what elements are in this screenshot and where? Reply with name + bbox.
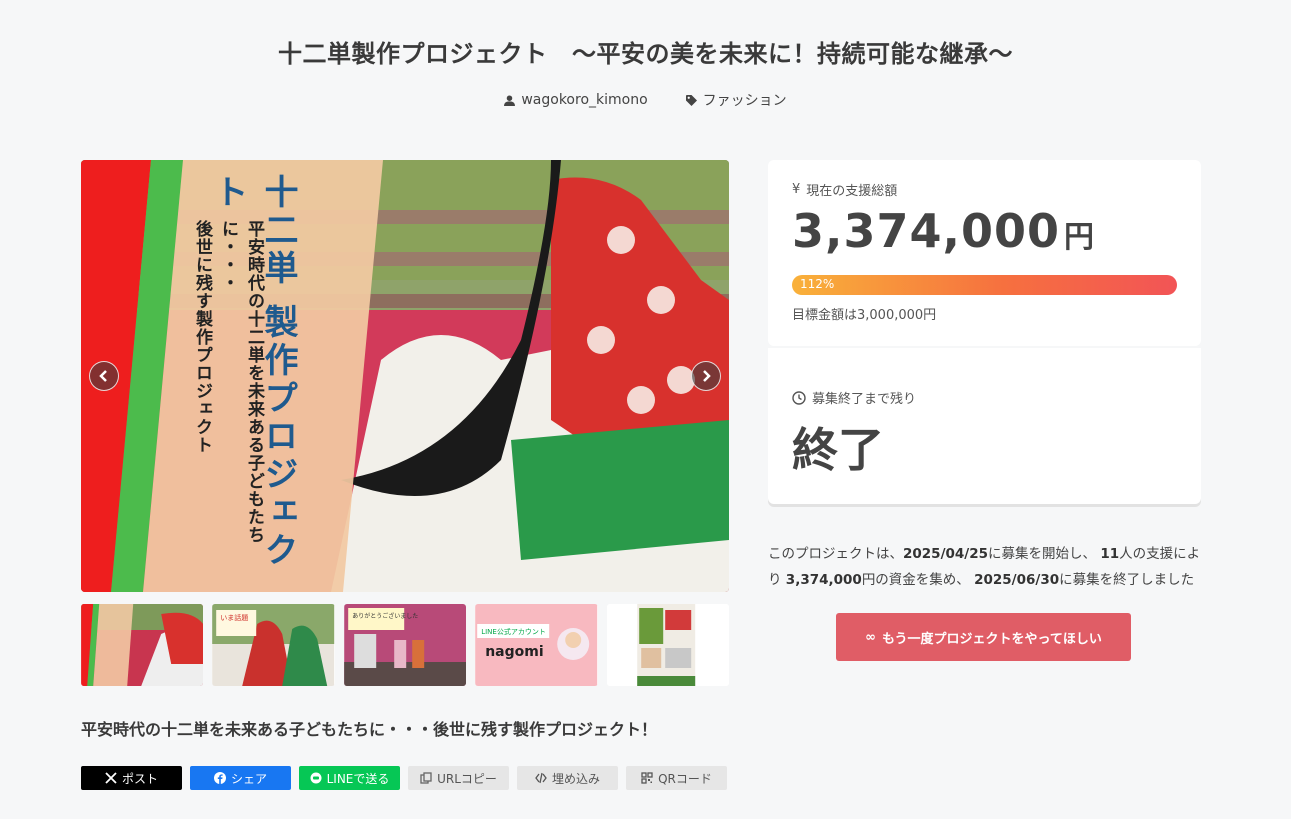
svg-text:LINE公式アカウント: LINE公式アカウント: [481, 627, 546, 636]
desc-start-date: 2025/04/25: [903, 546, 989, 562]
code-icon: [535, 772, 547, 784]
funding-label-text: 現在の支援総額: [806, 184, 898, 199]
funding-card: ¥ 現在の支援総額 3,374,000 円 112% 目標金額は3,000,000…: [768, 160, 1201, 346]
desc-text-1: このプロジェクトは、: [768, 546, 903, 562]
funding-progress-bar: 112%: [792, 275, 1177, 295]
author-link[interactable]: wagokoro_kimono: [504, 90, 648, 110]
project-result-description: このプロジェクトは、2025/04/25に募集を開始し、 11人の支援により 3…: [768, 541, 1208, 593]
qr-code-icon: [641, 772, 653, 784]
share-line-label: LINEで送る: [326, 771, 390, 786]
remaining-value: 終了: [792, 423, 884, 477]
desc-text-5: に募集を終了しました: [1059, 572, 1195, 588]
funding-amount-unit: 円: [1064, 220, 1095, 255]
svg-text:ありがとうございました: ありがとうございました: [352, 612, 418, 620]
remaining-label-text: 募集終了まで残り: [812, 392, 917, 407]
funding-progress-label: 112%: [800, 277, 835, 291]
desc-end-date: 2025/06/30: [974, 572, 1060, 588]
infinity-icon: ∞: [865, 629, 876, 645]
project-meta: wagokoro_kimono ファッション: [0, 90, 1291, 110]
remaining-label: 募集終了まで残り: [792, 388, 916, 407]
request-again-label: もう一度プロジェクトをやってほしい: [881, 631, 1102, 647]
hero-vertical-subtitle: 平安時代の十二単を未来ある子どもたちに・・・ 後世に残す製作プロジェクト: [189, 220, 267, 590]
slider-prev-button[interactable]: [89, 361, 119, 391]
project-summary: 平安時代の十二単を未来ある子どもたちに・・・後世に残す製作プロジェクト！: [81, 720, 658, 739]
yen-icon: ¥: [792, 182, 801, 197]
category-name: ファッション: [702, 93, 787, 109]
remaining-card: 募集終了まで残り 終了: [768, 348, 1201, 504]
thumbnail-2[interactable]: いま話題: [212, 604, 335, 686]
page-title: 十二単製作プロジェクト ～平安の美を未来に！持続可能な継承～: [278, 40, 1013, 68]
author-name: wagokoro_kimono: [521, 92, 648, 108]
thumbnail-image: LINE公式アカウント nagomi: [475, 604, 598, 686]
thumbnail-image: ありがとうございました: [344, 604, 467, 686]
share-facebook-label: シェア: [230, 771, 267, 786]
slider-next-button[interactable]: [691, 361, 721, 391]
embed-label: 埋め込み: [551, 771, 600, 786]
hero-image: [81, 160, 729, 592]
desc-raised: 3,374,000: [785, 572, 862, 588]
user-icon: [504, 94, 516, 106]
thumbnail-strip: いま話題 ありがとうございました LINE公式アカウント nagomi: [81, 604, 730, 686]
thumbnail-image: [81, 604, 204, 686]
thumbnail-5[interactable]: [606, 604, 730, 686]
facebook-icon: [213, 772, 226, 784]
hero-sub-line-1: 平安時代の十二単を未来ある子どもたちに・・・: [218, 220, 264, 544]
request-again-button[interactable]: ∞ もう一度プロジェクトをやってほしい: [836, 613, 1131, 661]
share-x-button[interactable]: ポスト: [81, 766, 182, 790]
qr-code-button[interactable]: QRコード: [626, 766, 727, 790]
chevron-left-icon: [99, 370, 107, 382]
funding-amount: 3,374,000 円: [792, 204, 1095, 258]
svg-text:nagomi: nagomi: [485, 644, 543, 660]
desc-text-2: に募集を開始し、: [988, 546, 1097, 562]
chevron-right-icon: [703, 370, 711, 382]
share-facebook-button[interactable]: シェア: [190, 766, 291, 790]
copy-url-label: URLコピー: [437, 771, 497, 786]
desc-supporters: 11: [1100, 546, 1120, 562]
desc-text-4: 円の資金を集め、: [861, 572, 970, 588]
funding-amount-value: 3,374,000: [792, 204, 1060, 258]
thumbnail-4[interactable]: LINE公式アカウント nagomi: [475, 604, 598, 686]
share-x-label: ポスト: [121, 771, 158, 786]
svg-text:いま話題: いま話題: [221, 613, 249, 622]
share-line-button[interactable]: LINEで送る: [299, 766, 400, 790]
hero-sub-line-2: 後世に残す製作プロジェクト: [192, 220, 212, 454]
category-link[interactable]: ファッション: [685, 90, 787, 110]
copy-url-button[interactable]: URLコピー: [408, 766, 509, 790]
x-logo-icon: [105, 772, 117, 784]
share-buttons: ポスト シェア LINEで送る URLコピー 埋め込み QRコード: [81, 766, 727, 790]
thumbnail-image: いま話題: [212, 604, 335, 686]
thumbnail-3[interactable]: ありがとうございました: [343, 604, 467, 686]
embed-button[interactable]: 埋め込み: [517, 766, 618, 790]
thumbnail-image: [606, 604, 729, 686]
tag-icon: [685, 94, 697, 106]
thumbnail-1[interactable]: [81, 604, 204, 686]
copy-icon: [420, 772, 432, 784]
main-image-slider[interactable]: 十二単 製作プロジェクト 平安時代の十二単を未来ある子どもたちに・・・ 後世に残…: [81, 160, 729, 592]
qr-code-label: QRコード: [658, 771, 712, 786]
funding-label: ¥ 現在の支援総額: [792, 180, 897, 199]
clock-icon: [792, 390, 806, 405]
line-icon: [310, 772, 322, 784]
funding-goal: 目標金額は3,000,000円: [792, 308, 937, 323]
